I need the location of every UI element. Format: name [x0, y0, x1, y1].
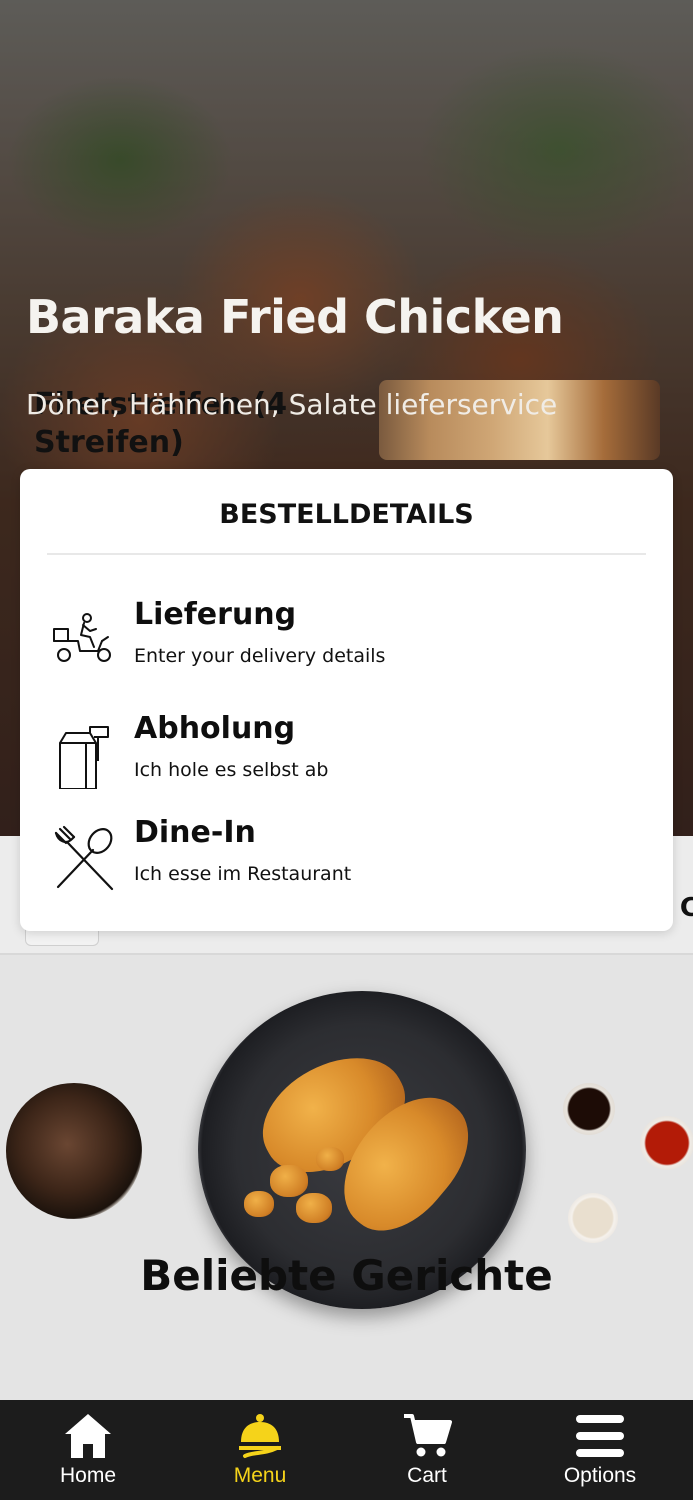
nav-label: Home — [59, 1464, 117, 1487]
sauce-dip-image — [640, 1116, 693, 1170]
sauce-dip-image — [568, 1193, 618, 1243]
nugget-image — [296, 1193, 332, 1223]
cloche-icon — [239, 1414, 281, 1458]
order-details-card: BESTELLDETAILS Lieferung Enter your deli… — [20, 469, 673, 931]
option-title: Lieferung — [134, 597, 297, 632]
option-description: Enter your delivery details — [134, 645, 386, 667]
card-title: BESTELLDETAILS — [219, 499, 474, 530]
restaurant-tagline: Döner, Hähnchen, Salate lieferservice — [26, 388, 558, 421]
option-title: Abholung — [134, 711, 296, 746]
cola-glass-image — [6, 1083, 142, 1219]
sauce-dip-image — [563, 1083, 615, 1135]
bottom-navigation: Home Menu Cart Options — [0, 1400, 693, 1500]
nav-label: Cart — [407, 1464, 447, 1487]
nav-label: Options — [563, 1464, 637, 1487]
nav-item-home[interactable]: Home — [28, 1400, 148, 1500]
option-delivery[interactable]: Lieferung Enter your delivery details — [20, 597, 673, 697]
nugget-image — [316, 1147, 344, 1171]
nav-item-cart[interactable]: Cart — [367, 1400, 487, 1500]
cart-icon — [404, 1414, 452, 1457]
popular-dishes-banner: Beliebte Gerichte — [0, 955, 693, 1400]
home-icon — [65, 1414, 111, 1458]
nav-item-menu[interactable]: Menu — [200, 1400, 320, 1500]
option-description: Ich hole es selbst ab — [134, 759, 329, 781]
nugget-image — [244, 1191, 274, 1217]
restaurant-name: Baraka Fried Chicken — [26, 290, 564, 344]
fork-spoon-icon — [54, 825, 114, 891]
nugget-image — [270, 1165, 308, 1197]
hamburger-menu-icon — [576, 1415, 624, 1457]
delivery-scooter-icon — [53, 613, 111, 662]
divider — [47, 553, 646, 555]
option-title: Dine-In — [134, 815, 256, 850]
nav-label: Menu — [233, 1464, 287, 1487]
takeaway-bag-icon — [59, 726, 109, 789]
option-description: Ich esse im Restaurant — [134, 863, 352, 885]
nav-item-options[interactable]: Options — [540, 1400, 660, 1500]
section-title: Beliebte Gerichte — [140, 1251, 553, 1300]
option-dine-in[interactable]: Dine-In Ich esse im Restaurant — [20, 815, 673, 915]
option-pickup[interactable]: Abholung Ich hole es selbst ab — [20, 711, 673, 811]
